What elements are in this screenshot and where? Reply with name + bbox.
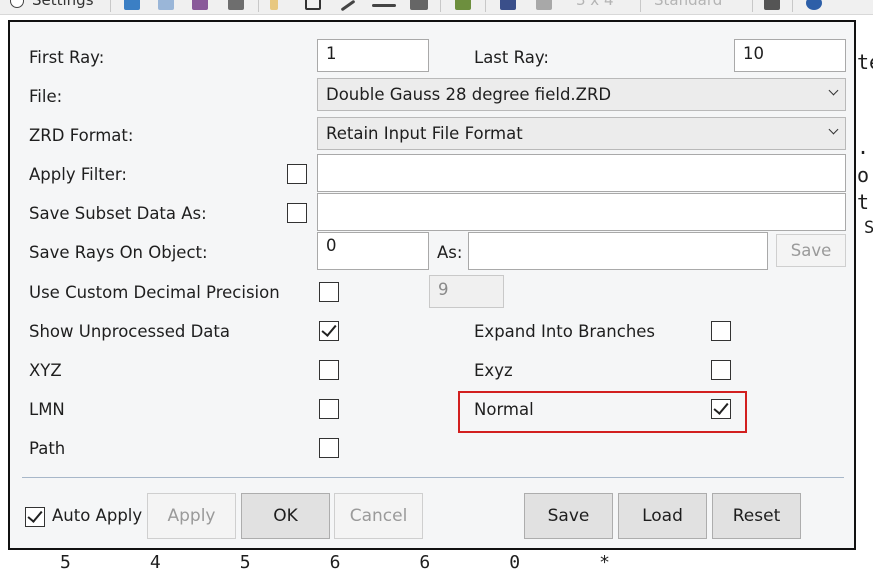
save-subset-checkbox[interactable]	[287, 203, 307, 223]
help-icon[interactable]	[806, 0, 822, 10]
line-icon[interactable]	[340, 0, 356, 12]
background-text: .	[857, 135, 870, 159]
expand-branches-checkbox[interactable]	[711, 321, 731, 341]
file-dropdown[interactable]: Double Gauss 28 degree field.ZRD	[317, 78, 846, 111]
file-label: File:	[29, 87, 63, 106]
path-label: Path	[29, 439, 66, 458]
zrd-format-dropdown[interactable]: Retain Input File Format	[317, 117, 846, 150]
custom-precision-checkbox[interactable]	[319, 282, 339, 302]
xyz-checkbox[interactable]	[319, 360, 339, 380]
path-checkbox[interactable]	[319, 438, 339, 458]
save-subset-input[interactable]	[317, 193, 846, 231]
ok-button[interactable]: OK	[241, 493, 330, 539]
rectangle-icon[interactable]	[305, 0, 321, 10]
file-dropdown-value: Double Gauss 28 degree field.ZRD	[326, 85, 612, 104]
auto-apply-label: Auto Apply	[52, 506, 143, 525]
refresh-icon[interactable]	[124, 0, 140, 10]
zrd-format-dropdown-value: Retain Input File Format	[326, 124, 523, 143]
apply-filter-input[interactable]	[317, 154, 846, 192]
chevron-down-icon	[828, 124, 839, 135]
grid-size-dropdown[interactable]: 3 x 4	[576, 0, 614, 9]
save-rays-as-input[interactable]	[468, 232, 768, 270]
toolbar-separator	[485, 0, 486, 12]
last-ray-input[interactable]: 10	[734, 39, 846, 72]
show-unprocessed-checkbox[interactable]	[319, 321, 339, 341]
show-unprocessed-label: Show Unprocessed Data	[29, 322, 230, 341]
copy-icon[interactable]	[158, 0, 174, 10]
auto-apply-checkbox[interactable]	[25, 507, 45, 527]
decimal-precision-input[interactable]: 9	[429, 275, 504, 308]
background-text: S	[864, 218, 873, 238]
horizontal-line-icon[interactable]	[372, 4, 396, 7]
settings-icon[interactable]	[10, 0, 24, 8]
text-icon[interactable]	[410, 0, 428, 10]
save-rays-as-label: As:	[437, 243, 463, 262]
footer-divider	[22, 477, 844, 478]
lmn-checkbox[interactable]	[319, 399, 339, 419]
print-preview-icon[interactable]	[192, 0, 208, 10]
load-button[interactable]: Load	[618, 493, 707, 539]
first-ray-input[interactable]: 1	[317, 39, 429, 72]
save-button[interactable]: Save	[524, 493, 613, 539]
save-window-icon[interactable]	[500, 0, 516, 10]
apply-filter-checkbox[interactable]	[287, 164, 307, 184]
save-subset-label: Save Subset Data As:	[29, 204, 207, 223]
background-toolbar: Settings 3 x 4 Standard	[0, 0, 873, 15]
settings-menu-label[interactable]: Settings	[32, 0, 94, 9]
zrd-format-label: ZRD Format:	[29, 126, 134, 145]
save-rays-object-input[interactable]: 0	[317, 232, 429, 270]
normal-highlight-box	[458, 391, 747, 433]
image-icon[interactable]	[455, 0, 471, 10]
clipboard-icon[interactable]	[764, 0, 780, 10]
expand-branches-label: Expand Into Branches	[474, 322, 656, 341]
exyz-checkbox[interactable]	[711, 360, 731, 380]
pencil-icon[interactable]	[270, 0, 278, 10]
background-text: te	[857, 50, 873, 74]
toolbar-separator	[110, 0, 111, 12]
toolbar-separator	[752, 0, 753, 12]
lmn-label: LMN	[29, 400, 65, 419]
print-icon[interactable]	[228, 0, 244, 10]
custom-precision-label: Use Custom Decimal Precision	[29, 283, 280, 302]
apply-filter-label: Apply Filter:	[29, 165, 127, 184]
toolbar-separator	[258, 0, 259, 12]
save-rays-label: Save Rays On Object:	[29, 243, 208, 262]
cancel-button[interactable]: Cancel	[334, 493, 423, 539]
last-ray-label: Last Ray:	[474, 48, 549, 67]
reset-button[interactable]: Reset	[712, 493, 801, 539]
toolbar-separator	[792, 0, 793, 12]
apply-button[interactable]: Apply	[147, 493, 236, 539]
first-ray-label: First Ray:	[29, 48, 105, 67]
toolbar-separator	[440, 0, 441, 12]
background-text-bottom: 5 4 5 6 6 0 *	[60, 552, 612, 573]
toolbar-separator	[640, 0, 641, 12]
xyz-label: XYZ	[29, 361, 62, 380]
chevron-down-icon	[828, 85, 839, 96]
exyz-label: Exyz	[474, 361, 513, 380]
background-text: t.	[857, 190, 873, 214]
background-text: o	[857, 163, 870, 187]
mode-dropdown[interactable]: Standard	[654, 0, 722, 9]
ray-database-settings-dialog: First Ray: 1 Last Ray: 10 File: Double G…	[8, 20, 856, 550]
save-rays-button[interactable]: Save	[776, 234, 846, 267]
layers-icon[interactable]	[536, 0, 552, 10]
